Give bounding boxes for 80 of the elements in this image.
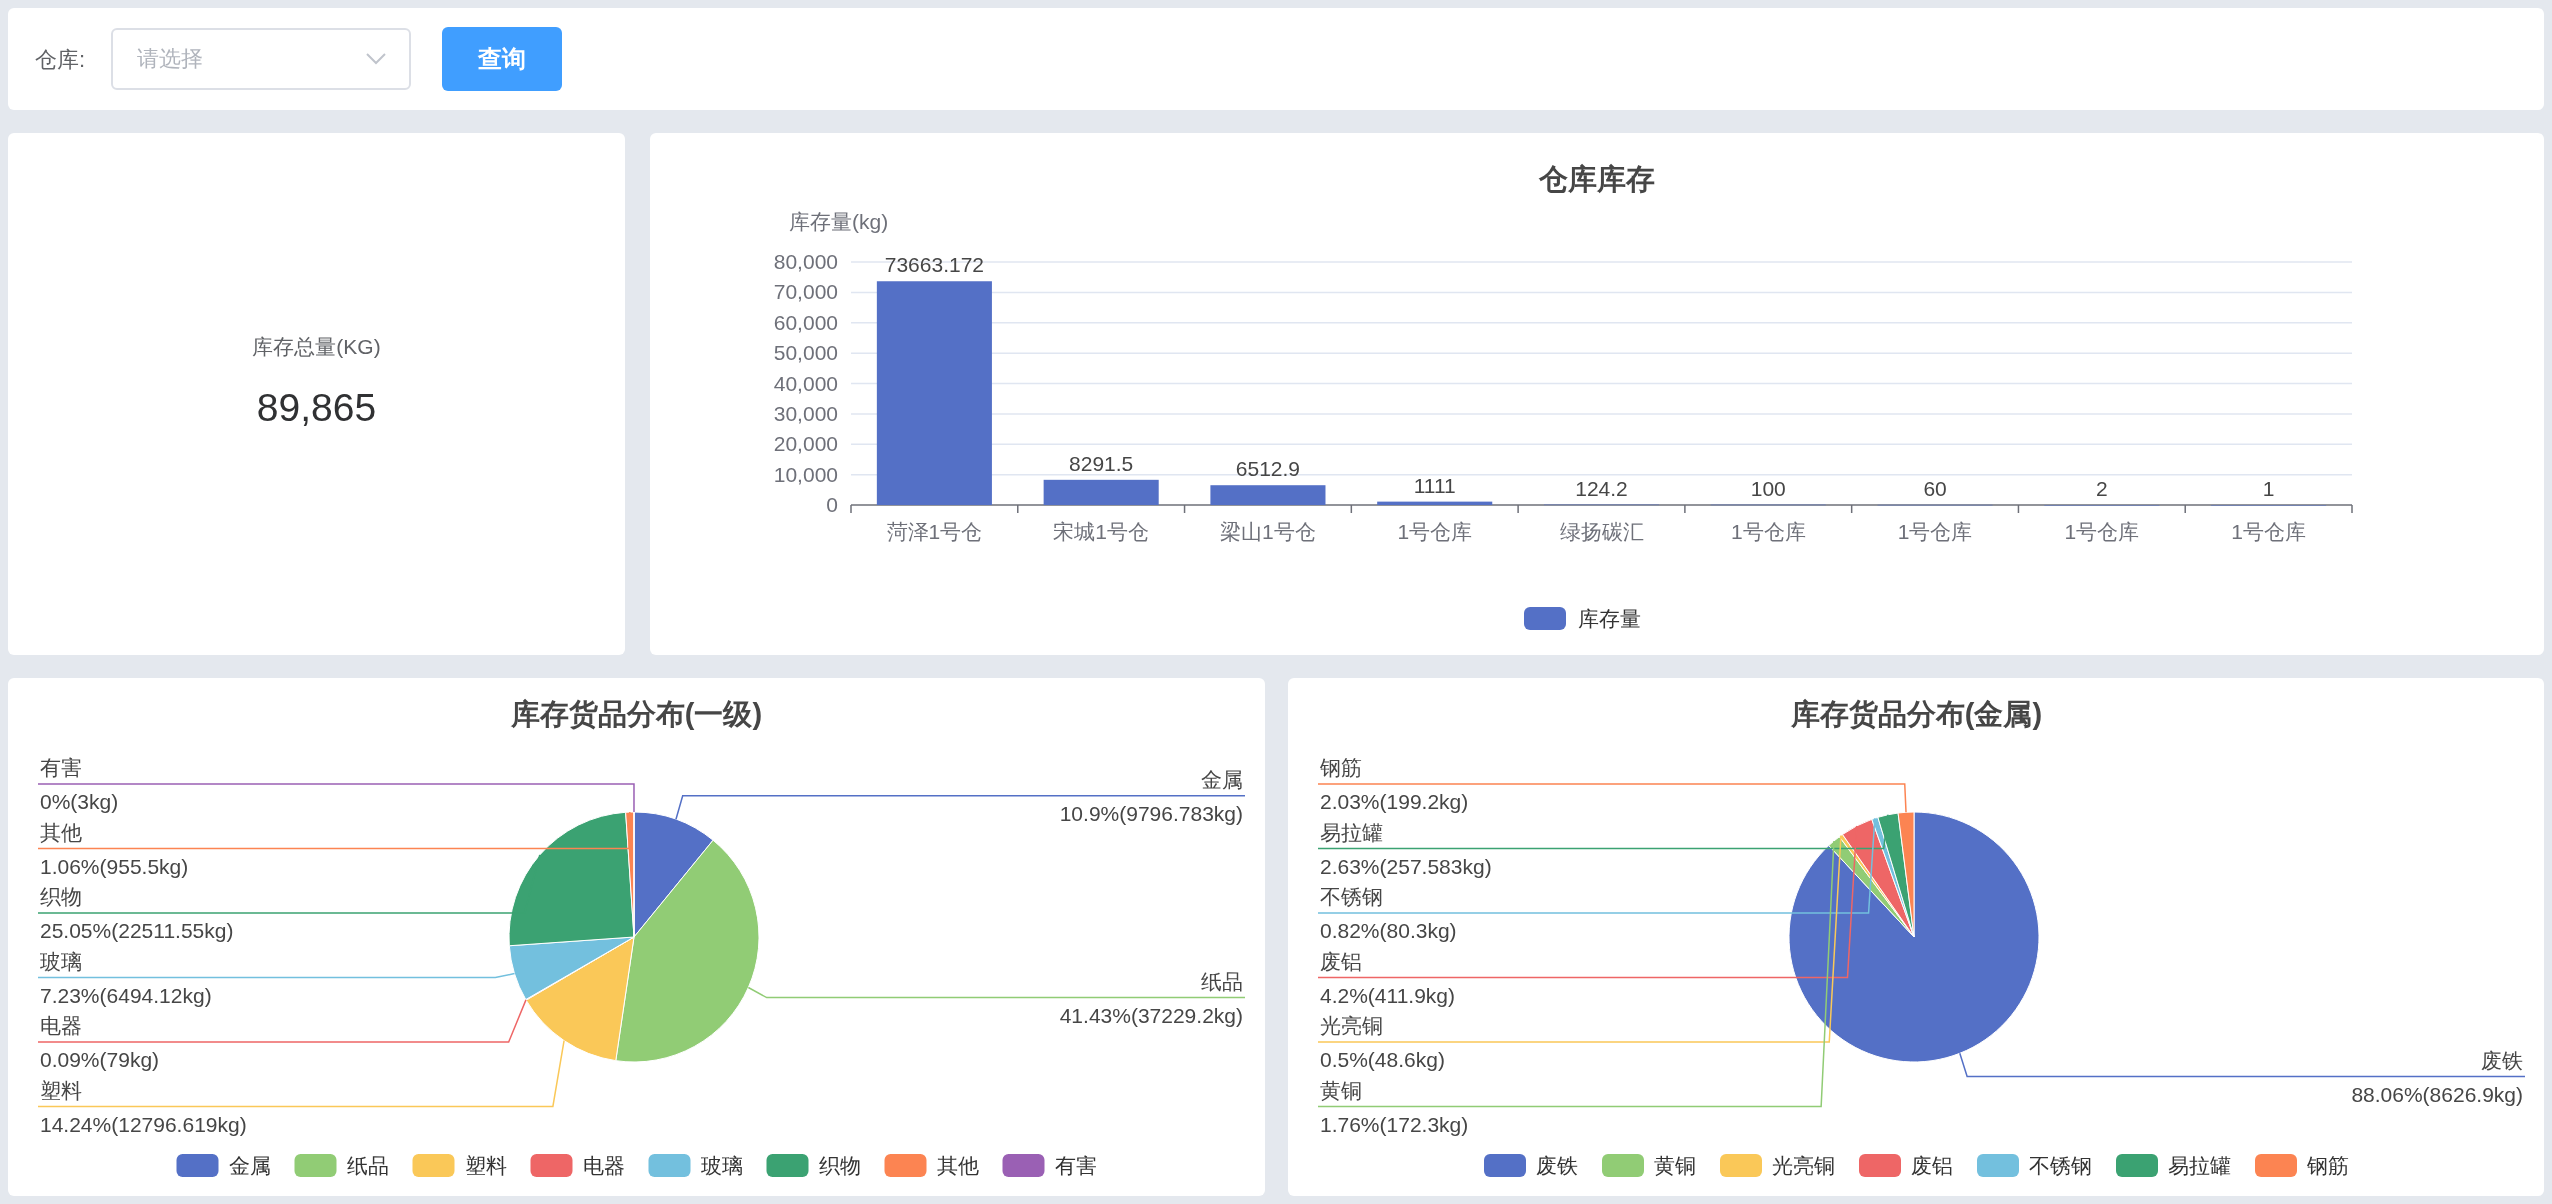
slice-label: 塑料 xyxy=(40,1078,82,1102)
filter-label: 仓库: xyxy=(35,45,86,74)
axis-label: 1号仓库 xyxy=(1897,520,1973,543)
slice-value: 88.06%(8626.9kg) xyxy=(2350,1082,2523,1106)
legend-label: 金属 xyxy=(228,1154,271,1177)
axis-label: 80,000 xyxy=(773,250,838,273)
slice-value: 10.9%(9796.783kg) xyxy=(1059,801,1243,825)
slice-label: 黄铜 xyxy=(1319,1078,1362,1102)
slice-label: 废铝 xyxy=(1319,949,1362,973)
legend-label: 光亮铜 xyxy=(1771,1154,1835,1177)
slice-value: 14.24%(12796.619kg) xyxy=(40,1112,247,1136)
data-label: 60 xyxy=(1923,476,1947,500)
axis-title: 库存量(kg) xyxy=(789,210,889,233)
legend-label: 玻璃 xyxy=(700,1154,743,1177)
legend-label: 电器 xyxy=(582,1154,625,1177)
axis-label: 10,000 xyxy=(773,462,838,486)
legend-label: 库存量 xyxy=(1578,607,1641,630)
chart-title: 仓库库存 xyxy=(1539,163,1655,195)
legend-label: 废铝 xyxy=(1910,1154,1953,1177)
data-label: 73663.172 xyxy=(884,253,985,277)
slice-label: 织物 xyxy=(40,885,82,908)
slice-value: 0%(3kg) xyxy=(40,790,119,813)
axis-label: 60,000 xyxy=(773,310,838,334)
data-label: 1111 xyxy=(1413,473,1456,497)
axis-label: 1号仓库 xyxy=(1397,520,1473,543)
axis-label: 1号仓库 xyxy=(1730,520,1806,543)
axis-label: 绿扬碳汇 xyxy=(1559,520,1644,543)
axis-label: 70,000 xyxy=(773,280,838,304)
slice-value: 1.06%(955.5kg) xyxy=(40,854,189,878)
data-label: 100 xyxy=(1750,476,1786,500)
slice-label: 玻璃 xyxy=(40,949,82,973)
slice-label: 电器 xyxy=(40,1014,82,1037)
legend-label: 不锈钢 xyxy=(2028,1154,2092,1177)
data-label: 8291.5 xyxy=(1069,451,1134,475)
slice-label: 纸品 xyxy=(1201,969,1243,993)
slice-label: 钢筋 xyxy=(1319,756,1362,779)
axis-label: 梁山1号仓 xyxy=(1220,520,1316,543)
slice-label: 其他 xyxy=(40,820,82,844)
legend-label: 织物 xyxy=(818,1154,861,1177)
slice-value: 0.82%(80.3kg) xyxy=(1319,919,1457,942)
chart-title: 库存货品分布(一级) xyxy=(510,698,763,730)
axis-label: 40,000 xyxy=(773,371,838,395)
total-value: 89,865 xyxy=(256,384,377,431)
legend-label: 黄铜 xyxy=(1653,1154,1696,1177)
slice-value: 0.5%(48.6kg) xyxy=(1319,1048,1445,1071)
legend-label: 纸品 xyxy=(346,1154,389,1177)
slice-label: 光亮铜 xyxy=(1319,1014,1383,1037)
chart-title: 库存货品分布(金属) xyxy=(1790,698,2042,730)
legend-label: 钢筋 xyxy=(2306,1154,2349,1177)
axis-label: 1号仓库 xyxy=(2231,520,2306,543)
axis-label: 20,000 xyxy=(773,432,838,456)
legend-label: 易拉罐 xyxy=(2167,1154,2231,1177)
slice-value: 1.76%(172.3kg) xyxy=(1319,1112,1468,1136)
data-label: 124.2 xyxy=(1575,476,1628,500)
axis-label: 1号仓库 xyxy=(2064,520,2140,543)
axis-label: 0 xyxy=(826,493,838,516)
slice-value: 25.05%(22511.55kg) xyxy=(40,919,234,942)
slice-value: 4.2%(411.9kg) xyxy=(1319,983,1455,1007)
data-label: 1 xyxy=(2262,477,2275,500)
slice-label: 金属 xyxy=(1201,767,1243,791)
slice-label: 废铁 xyxy=(2480,1048,2523,1072)
slice-label: 有害 xyxy=(40,756,82,779)
slice-value: 0.09%(79kg) xyxy=(40,1048,160,1071)
slice-label: 易拉罐 xyxy=(1319,820,1383,844)
data-label: 6512.9 xyxy=(1235,457,1301,481)
axis-label: 30,000 xyxy=(773,401,838,425)
axis-label: 50,000 xyxy=(773,341,838,365)
legend-label: 废铁 xyxy=(1535,1154,1578,1177)
total-label: 库存总量(KG) xyxy=(252,334,381,360)
legend-label: 其他 xyxy=(936,1154,979,1177)
slice-value: 41.43%(37229.2kg) xyxy=(1059,1003,1243,1027)
legend-label: 有害 xyxy=(1054,1154,1097,1177)
axis-label: 宋城1号仓 xyxy=(1053,520,1149,543)
slice-value: 2.03%(199.2kg) xyxy=(1319,790,1468,813)
slice-label: 不锈钢 xyxy=(1319,885,1383,908)
slice-value: 7.23%(6494.12kg) xyxy=(40,983,212,1007)
axis-label: 菏泽1号仓 xyxy=(886,520,983,543)
data-label: 2 xyxy=(2096,477,2108,500)
slice-value: 2.63%(257.583kg) xyxy=(1319,854,1492,878)
legend-label: 塑料 xyxy=(464,1154,507,1177)
